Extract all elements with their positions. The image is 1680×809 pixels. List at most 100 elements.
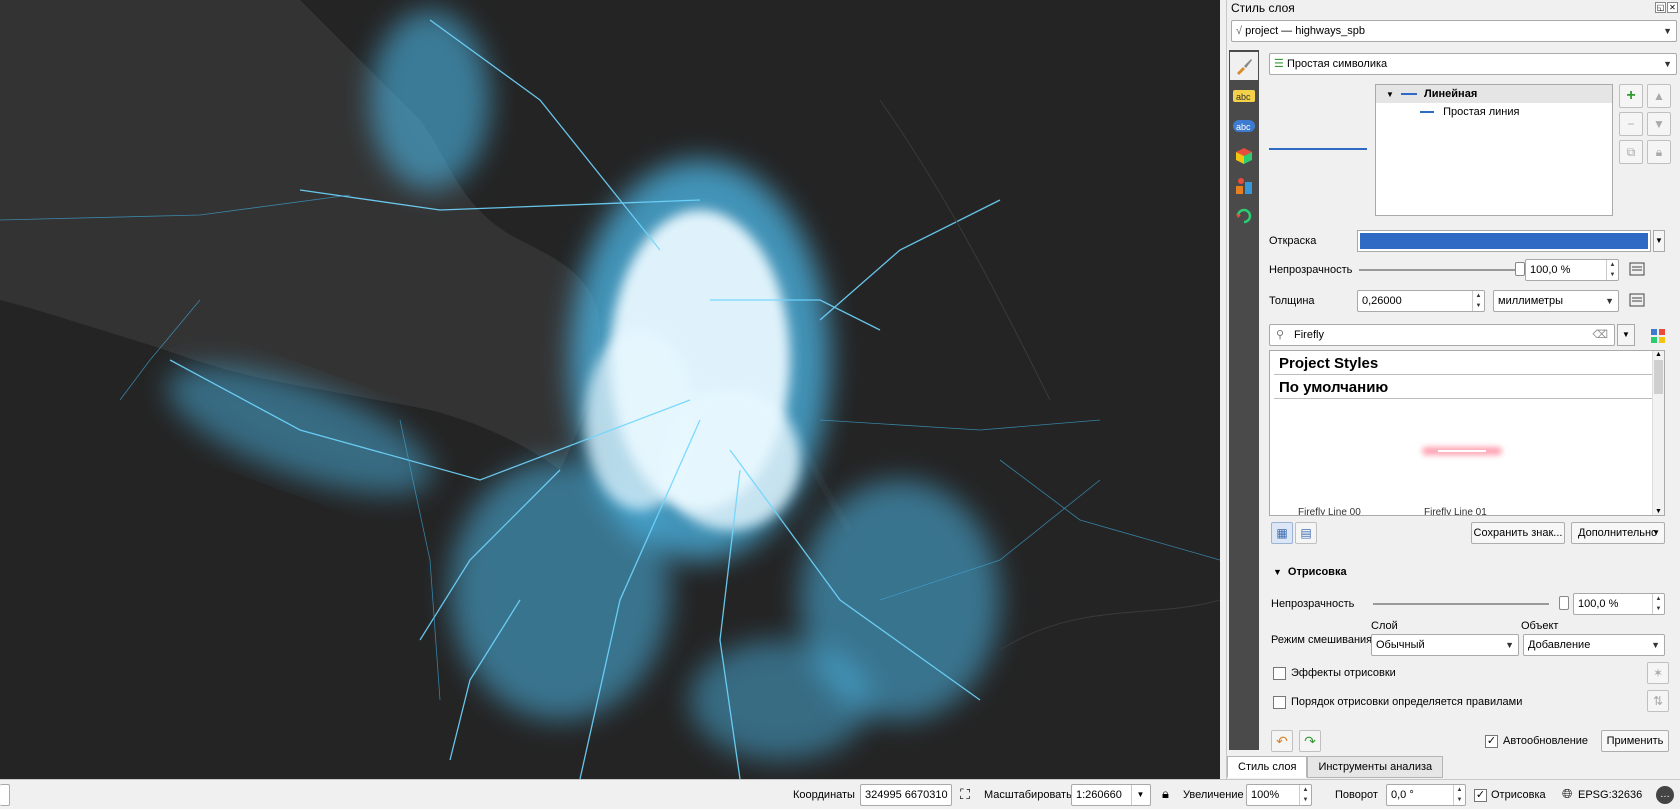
object-blend-value: Добавление xyxy=(1528,639,1591,651)
chevron-down-icon[interactable]: ▼ xyxy=(1131,785,1149,805)
data-defined-override-icon[interactable] xyxy=(1627,290,1647,310)
layer-blend-combo[interactable]: Обычный ▼ xyxy=(1371,634,1519,656)
float-icon[interactable]: ◱ xyxy=(1655,2,1666,13)
tab-3d-view[interactable] xyxy=(1230,142,1258,170)
tab-diagrams[interactable] xyxy=(1230,172,1258,200)
opacity-label: Непрозрачность xyxy=(1269,264,1353,276)
color-button[interactable] xyxy=(1357,230,1651,252)
layer-combo[interactable]: √ project — highways_spb ▼ xyxy=(1231,20,1677,42)
firefly-symbol-line xyxy=(1438,450,1486,452)
move-down-button[interactable]: ▼ xyxy=(1647,112,1671,136)
renderer-combo[interactable]: ☰ Простая символика ▼ xyxy=(1269,53,1677,75)
close-icon[interactable]: ✕ xyxy=(1667,2,1678,13)
rotation-value: 0,0 ° xyxy=(1391,789,1414,801)
remove-symbol-layer-button[interactable]: − xyxy=(1619,112,1643,136)
opacity-slider-handle[interactable] xyxy=(1515,262,1525,276)
search-icon: ⚲ xyxy=(1276,329,1285,341)
tab-analysis-tools[interactable]: Инструменты анализа xyxy=(1307,756,1444,778)
tree-child-row[interactable]: Простая линия xyxy=(1376,103,1612,121)
paintbrush-icon xyxy=(1237,59,1252,75)
chevron-down-icon: ▼ xyxy=(1505,640,1514,650)
tab-layer-style[interactable]: Стиль слоя xyxy=(1227,756,1308,778)
lock-icon[interactable]: 🔒︎ xyxy=(1647,140,1671,164)
rendering-section-header[interactable]: ▼ Отрисовка xyxy=(1273,566,1347,578)
style-tabs-sidebar: abc abc xyxy=(1229,50,1259,750)
chevron-down-icon: ▼ xyxy=(1651,640,1660,650)
extents-toggle-icon[interactable]: ⛶ xyxy=(956,786,974,804)
autoupdate-checkbox[interactable]: ✓ xyxy=(1485,735,1498,748)
redo-button[interactable]: ↷ xyxy=(1299,730,1321,752)
blend-mode-label: Режим смешивания xyxy=(1271,634,1373,646)
globe-icon: 🌐︎ xyxy=(1562,786,1573,801)
scale-value: 1:260660 xyxy=(1076,789,1122,801)
unit-combo[interactable]: миллиметры ▼ xyxy=(1493,290,1619,312)
symbol-list[interactable]: Project Styles По умолчанию Firefly Line… xyxy=(1269,350,1665,516)
symbol-search-input[interactable]: ⚲ Firefly ⌫ xyxy=(1269,324,1615,346)
symbol-list-scrollbar[interactable]: ▲ ▼ xyxy=(1652,351,1664,515)
icon-view-button[interactable]: ▦ xyxy=(1271,522,1293,544)
magnifier-input[interactable]: 100% ▲ ▼ xyxy=(1246,784,1312,806)
rotation-input[interactable]: 0,0 ° ▲ ▼ xyxy=(1386,784,1466,806)
color-dropdown-button[interactable]: ▼ xyxy=(1653,230,1665,252)
object-blend-combo[interactable]: Добавление ▼ xyxy=(1523,634,1665,656)
tab-symbology[interactable] xyxy=(1230,52,1258,80)
tree-root-label: Линейная xyxy=(1424,88,1478,100)
style-manager-icon[interactable] xyxy=(1649,327,1667,345)
spinner-arrows[interactable]: ▲ ▼ xyxy=(1606,260,1618,280)
sort-icon[interactable]: ⇅ xyxy=(1647,690,1669,712)
effects-checkbox[interactable] xyxy=(1273,667,1286,680)
symbol-group-header: Project Styles xyxy=(1274,351,1660,375)
color-label: Откраска xyxy=(1269,235,1317,247)
save-symbol-button[interactable]: Сохранить знак... xyxy=(1471,522,1565,544)
duplicate-button[interactable]: ⧉ xyxy=(1619,140,1643,164)
order-by-checkbox[interactable] xyxy=(1273,696,1286,709)
list-view-button[interactable]: ▤ xyxy=(1295,522,1317,544)
render-opacity-value: 100,0 % xyxy=(1578,598,1619,610)
magnifier-label: Увеличение xyxy=(1183,789,1244,801)
panel-title-buttons: ◱ ✕ xyxy=(1654,1,1678,13)
apply-button[interactable]: Применить xyxy=(1601,730,1669,752)
spinner-arrows[interactable]: ▲ ▼ xyxy=(1472,291,1484,311)
render-opacity-input[interactable]: 100,0 % ▲ ▼ xyxy=(1573,593,1665,615)
collapse-icon: ▼ xyxy=(1273,567,1282,577)
messages-icon[interactable]: … xyxy=(1656,786,1674,804)
scroll-down-icon[interactable]: ▼ xyxy=(1653,508,1664,515)
line-symbol-icon xyxy=(1420,111,1434,114)
tree-root-row[interactable]: ▼ Линейная xyxy=(1376,85,1612,103)
tab-masks[interactable]: abc xyxy=(1230,112,1258,140)
advanced-label: Дополнительно xyxy=(1578,527,1658,539)
crs-label[interactable]: EPSG:32636 xyxy=(1578,789,1642,801)
mask-icon: abc xyxy=(1233,120,1255,132)
coordinates-field[interactable]: 324995 6670310 xyxy=(860,784,952,806)
render-opacity-slider[interactable] xyxy=(1373,603,1549,605)
lock-scale-icon[interactable]: 🔒︎ xyxy=(1162,786,1169,802)
scrollbar-thumb[interactable] xyxy=(1654,360,1663,394)
spinner-arrows[interactable]: ▲ ▼ xyxy=(1299,785,1311,805)
tag-filter-dropdown[interactable]: ▼ xyxy=(1617,324,1635,346)
symbol-name: Firefly Line 00 xyxy=(1298,507,1361,516)
renderer-icon: ☰ xyxy=(1274,58,1284,70)
clear-icon[interactable]: ⌫ xyxy=(1592,325,1608,345)
scroll-up-icon[interactable]: ▲ xyxy=(1653,351,1664,358)
chevron-down-icon: ▼ xyxy=(1663,26,1672,36)
advanced-button[interactable]: Дополнительно ▼ xyxy=(1571,522,1665,544)
effects-label: Эффекты отрисовки xyxy=(1291,667,1396,679)
map-canvas[interactable] xyxy=(0,0,1220,779)
opacity-slider[interactable] xyxy=(1359,269,1519,271)
locator-bar[interactable] xyxy=(0,784,10,806)
tab-history[interactable] xyxy=(1230,202,1258,230)
move-up-button[interactable]: ▲ xyxy=(1647,84,1671,108)
spinner-arrows[interactable]: ▲ ▼ xyxy=(1652,594,1664,614)
render-opacity-slider-handle[interactable] xyxy=(1559,596,1569,610)
width-input[interactable]: 0,26000 ▲ ▼ xyxy=(1357,290,1485,312)
symbol-layer-tree[interactable]: ▼ Линейная Простая линия xyxy=(1375,84,1613,216)
data-defined-override-icon[interactable] xyxy=(1627,259,1647,279)
render-checkbox[interactable]: ✓ xyxy=(1474,789,1487,802)
add-symbol-layer-button[interactable]: + xyxy=(1619,84,1643,108)
opacity-input[interactable]: 100,0 % ▲ ▼ xyxy=(1525,259,1619,281)
undo-button[interactable]: ↶ xyxy=(1271,730,1293,752)
spinner-arrows[interactable]: ▲ ▼ xyxy=(1453,785,1465,805)
chevron-down-icon: ▼ xyxy=(1663,59,1672,69)
tab-labels[interactable]: abc xyxy=(1230,82,1258,110)
effects-settings-icon[interactable]: ✶ xyxy=(1647,662,1669,684)
